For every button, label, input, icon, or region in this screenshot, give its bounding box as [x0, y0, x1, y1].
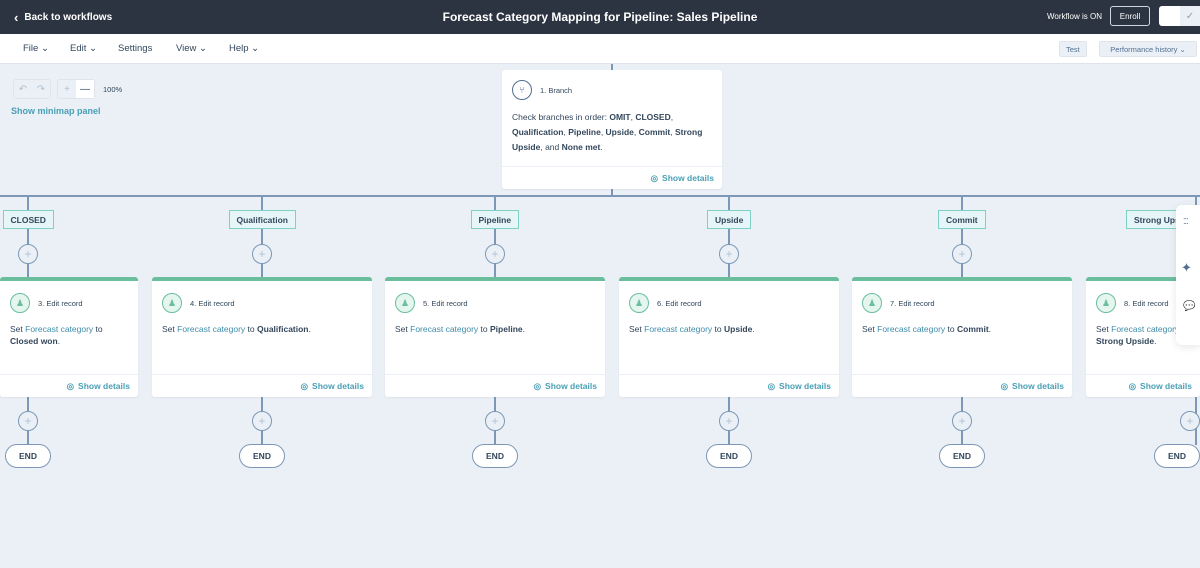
test-button[interactable]: Test	[1059, 41, 1087, 57]
edit-record-card[interactable]: ♟ 7. Edit record Set Forecast category to…	[852, 277, 1072, 397]
edit-record-card[interactable]: ♟ 4. Edit record Set Forecast category to…	[152, 277, 372, 397]
branch-label[interactable]: CLOSED	[2, 210, 54, 229]
branch-title: 1. Branch	[540, 85, 573, 95]
add-action-button[interactable]: +	[485, 244, 505, 264]
add-action-button[interactable]: +	[18, 411, 38, 431]
performance-history-button[interactable]: Performance history ⌄	[1099, 41, 1197, 57]
eye-icon: ◎	[300, 380, 309, 391]
add-action-button[interactable]: +	[952, 244, 972, 264]
menu-view[interactable]: View ⌄	[176, 43, 207, 54]
add-action-button[interactable]: +	[719, 411, 739, 431]
eye-icon: ◎	[533, 380, 542, 391]
connector	[494, 196, 496, 277]
menu-bar: File ⌄ Edit ⌄ Settings View ⌄ Help ⌄ Tes…	[0, 34, 1200, 64]
action-description: Set Forecast category to Upside.	[629, 324, 755, 334]
branch-label[interactable]: Pipeline	[470, 210, 520, 229]
action-description: Set Forecast category to Qualification.	[162, 324, 311, 334]
enroll-button[interactable]: Enroll	[1110, 6, 1150, 26]
show-details-button[interactable]: ◎ Show details	[1086, 374, 1200, 397]
redo-icon[interactable]: ↷	[32, 80, 50, 98]
show-details-button[interactable]: ◎ Show details	[0, 374, 138, 397]
check-icon: ✓	[1180, 6, 1200, 26]
branch-icon: ⑂	[512, 80, 532, 100]
edit-record-card[interactable]: ♟ 6. Edit record Set Forecast category to…	[619, 277, 839, 397]
edit-record-icon: ♟	[10, 293, 30, 313]
show-details-button[interactable]: ◎ Show details	[152, 374, 372, 397]
branch-label[interactable]: Qualification	[228, 210, 296, 229]
action-description: Set Forecast category to Pipeline.	[395, 324, 525, 334]
branch-description: Check branches in order: OMIT, CLOSED, Q…	[512, 112, 703, 152]
eye-icon: ◎	[1128, 380, 1137, 391]
menu-edit[interactable]: Edit ⌄	[70, 43, 97, 54]
eye-icon: ◎	[1000, 380, 1009, 391]
undo-redo-group: ↶ ↷	[13, 79, 51, 99]
add-action-button[interactable]: +	[952, 411, 972, 431]
show-details-button[interactable]: ◎ Show details	[502, 166, 722, 189]
end-node: END	[5, 444, 51, 468]
eye-icon: ◎	[66, 380, 75, 391]
edit-record-icon: ♟	[395, 293, 415, 313]
chat-icon[interactable]: 💬	[1183, 301, 1195, 312]
menu-help[interactable]: Help ⌄	[229, 43, 259, 54]
edit-record-icon: ♟	[1096, 293, 1116, 313]
sparkle-icon[interactable]: ✦	[1181, 260, 1192, 276]
end-node: END	[939, 444, 985, 468]
connector	[961, 196, 963, 277]
show-details-button[interactable]: ◎ Show details	[852, 374, 1072, 397]
zoom-level: 100%	[103, 85, 123, 94]
edit-record-card[interactable]: ♟ 5. Edit record Set Forecast category to…	[385, 277, 605, 397]
end-node: END	[472, 444, 518, 468]
end-node: END	[239, 444, 285, 468]
add-action-button[interactable]: +	[719, 244, 739, 264]
end-node: END	[706, 444, 752, 468]
zoom-in-icon[interactable]: +	[58, 80, 76, 98]
edit-record-icon: ♟	[862, 293, 882, 313]
branch-label[interactable]: Commit	[938, 210, 986, 229]
action-title: 4. Edit record	[190, 298, 235, 308]
action-description: Set Forecast category to Closed won.	[10, 324, 103, 346]
edit-record-icon: ♟	[162, 293, 182, 313]
side-panel: ⁚⁚⁚ ✦ 💬	[1176, 205, 1200, 345]
eye-icon: ◎	[767, 380, 776, 391]
connector	[728, 196, 730, 277]
zoom-out-icon[interactable]: —	[76, 80, 94, 98]
workflow-toggle[interactable]: ✓	[1159, 6, 1200, 26]
branch-card[interactable]: ⑂ 1. Branch Check branches in order: OMIT…	[502, 70, 722, 189]
branch-label[interactable]: Upside	[707, 210, 752, 229]
action-title: 5. Edit record	[423, 298, 468, 308]
action-title: 3. Edit record	[38, 298, 83, 308]
top-bar: ‹ Back to workflows Forecast Category Map…	[0, 0, 1200, 34]
page-title: Forecast Category Mapping for Pipeline: …	[442, 10, 758, 24]
add-action-button[interactable]: +	[1180, 411, 1200, 431]
show-minimap-link[interactable]: Show minimap panel	[11, 106, 101, 116]
undo-icon[interactable]: ↶	[14, 80, 32, 98]
workflow-status: Workflow is ON	[1047, 12, 1102, 21]
end-node: END	[1154, 444, 1200, 468]
eye-icon: ◎	[650, 172, 659, 183]
edit-record-icon: ♟	[629, 293, 649, 313]
menu-settings[interactable]: Settings	[118, 43, 152, 54]
add-action-button[interactable]: +	[252, 244, 272, 264]
add-action-button[interactable]: +	[18, 244, 38, 264]
action-title: 8. Edit record	[1124, 298, 1169, 308]
show-details-button[interactable]: ◎ Show details	[619, 374, 839, 397]
add-action-button[interactable]: +	[485, 411, 505, 431]
action-title: 7. Edit record	[890, 298, 935, 308]
branch-connector	[0, 195, 1200, 197]
connector	[27, 196, 29, 277]
show-details-button[interactable]: ◎ Show details	[385, 374, 605, 397]
action-title: 6. Edit record	[657, 298, 702, 308]
connector	[261, 196, 263, 277]
zoom-group: + —	[57, 79, 95, 99]
grid-icon[interactable]: ⁚⁚⁚	[1183, 217, 1189, 226]
add-action-button[interactable]: +	[252, 411, 272, 431]
action-description: Set Forecast category to Commit.	[862, 324, 992, 334]
menu-file[interactable]: File ⌄	[23, 43, 49, 54]
edit-record-card[interactable]: ♟ 3. Edit record Set Forecast category to…	[0, 277, 138, 397]
